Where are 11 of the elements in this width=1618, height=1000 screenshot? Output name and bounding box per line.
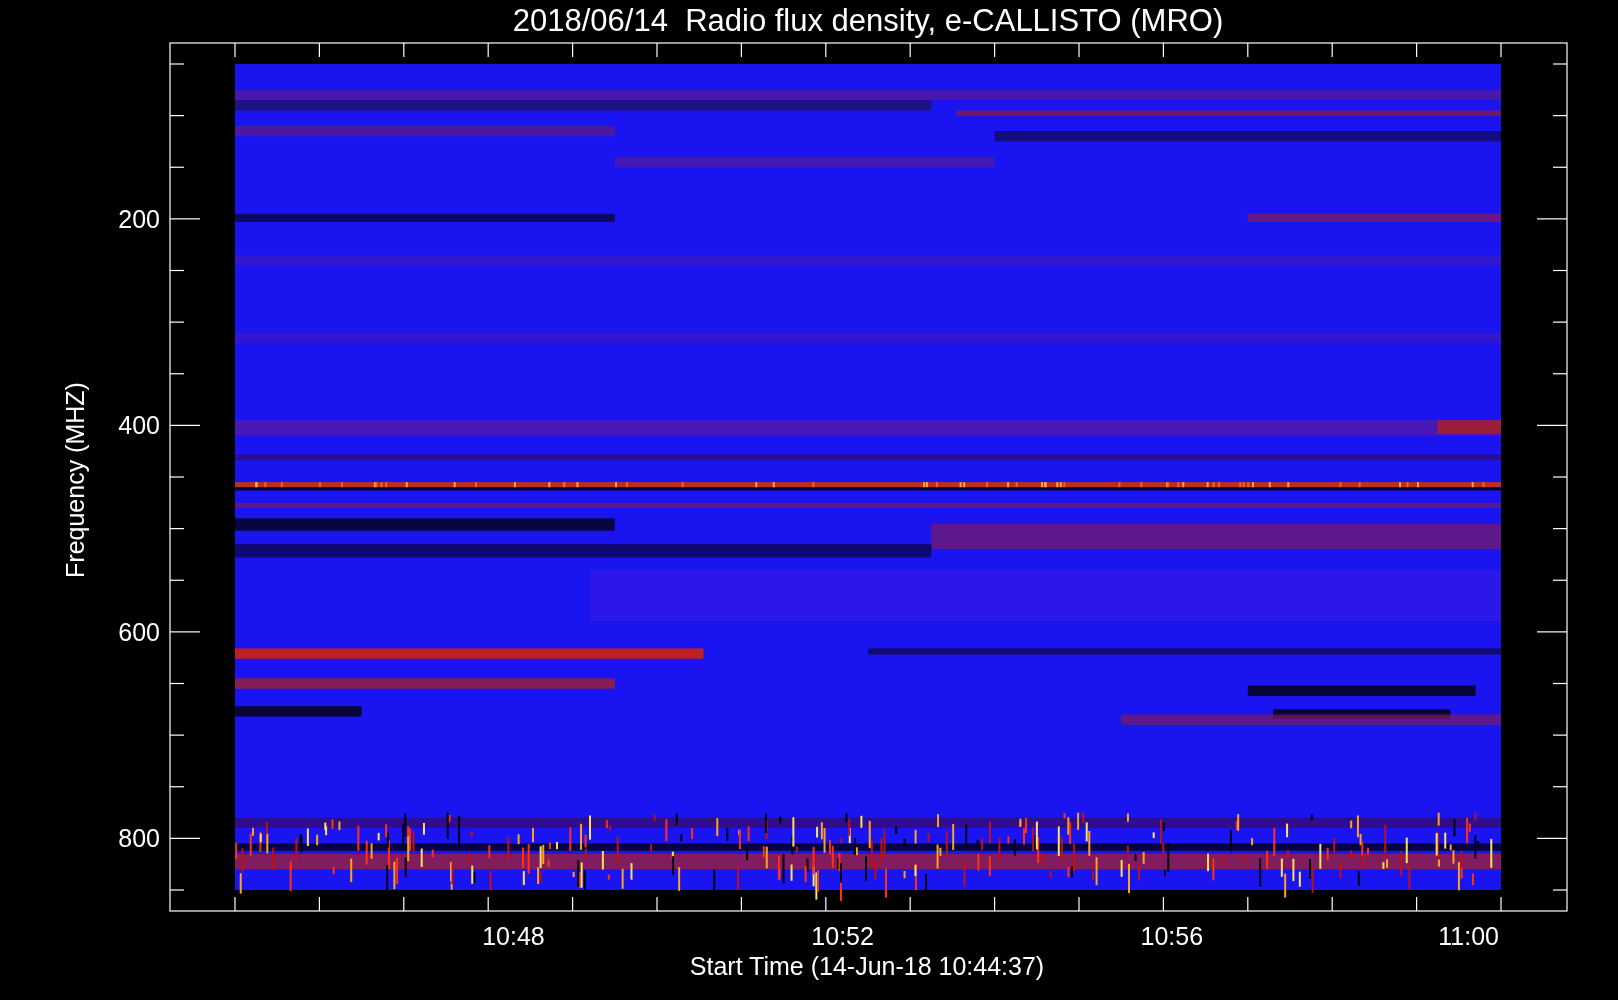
tick-label: 400 bbox=[118, 411, 160, 440]
tick-label: 600 bbox=[118, 617, 160, 646]
tick-label: 200 bbox=[118, 204, 160, 233]
tick-label: 10:52 bbox=[811, 922, 874, 950]
axis-label: Frequency (MHZ) bbox=[61, 382, 89, 578]
tick-label: 10:48 bbox=[482, 922, 545, 950]
tick-label: 10:56 bbox=[1140, 922, 1204, 950]
tick-label: 11:00 bbox=[1438, 922, 1499, 950]
tick-label: 800 bbox=[118, 824, 160, 853]
axis-label: Start Time (14-Jun-18 10:44:37) bbox=[689, 952, 1045, 980]
chart-title: 2018/06/14 Radio flux density, e-CALLISTO (MRO) bbox=[512, 3, 1224, 38]
